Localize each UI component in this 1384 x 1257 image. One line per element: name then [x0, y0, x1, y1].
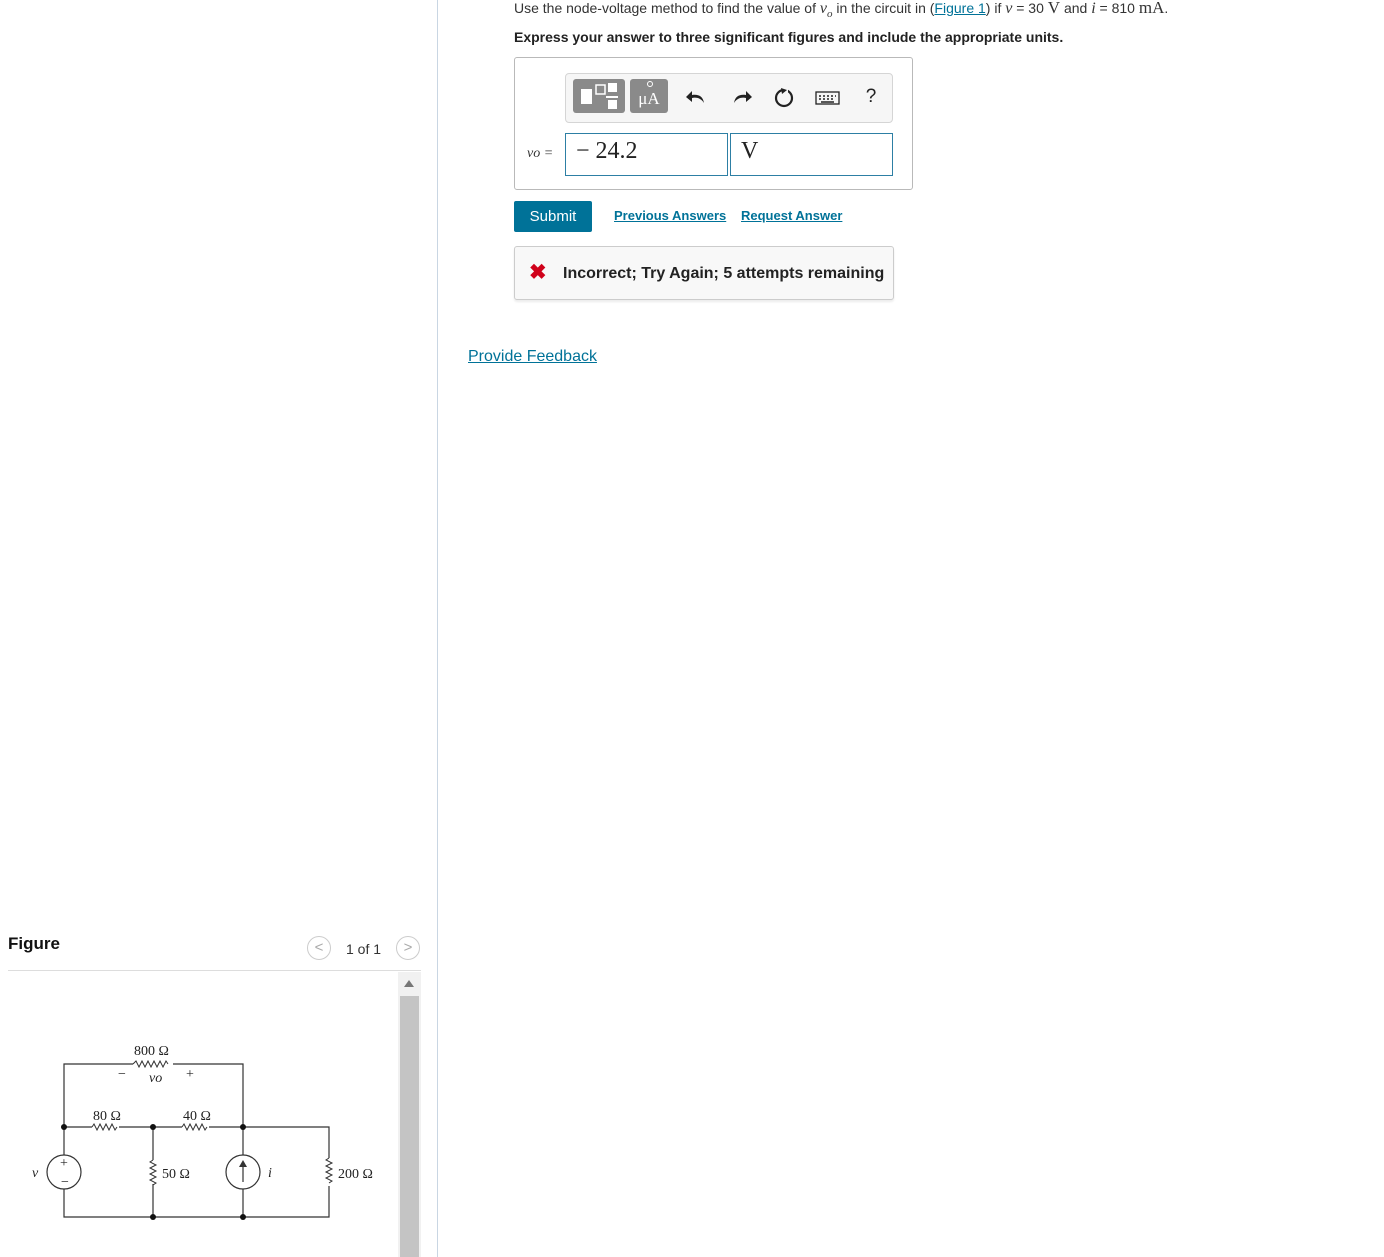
label-r800: 800 Ω [134, 1044, 169, 1059]
scroll-up-icon[interactable] [404, 980, 414, 987]
templates-button[interactable] [573, 79, 625, 113]
figure-title: Figure [8, 934, 60, 953]
label-r200: 200 Ω [338, 1167, 373, 1182]
source-plus: + [60, 1156, 68, 1171]
feedback-message: Incorrect; Try Again; 5 attempts remaini… [563, 265, 885, 282]
answer-value-field[interactable]: − 24.2 [565, 133, 728, 176]
problem-text: Use the node-voltage method to find the … [514, 0, 1169, 21]
provide-feedback-link[interactable]: Provide Feedback [468, 348, 597, 366]
label-r50: 50 Ω [162, 1167, 190, 1182]
submit-button[interactable]: Submit [514, 201, 592, 232]
keyboard-icon[interactable] [814, 84, 842, 110]
instruction-text: Express your answer to three significant… [514, 29, 1064, 45]
next-figure-button[interactable]: > [396, 936, 420, 960]
feedback-banner: ✖ Incorrect; Try Again; 5 attempts remai… [514, 246, 894, 300]
label-vo-plus: + [186, 1067, 194, 1082]
label-vo-minus: − [118, 1067, 126, 1082]
units-button[interactable]: μA [630, 79, 668, 113]
angstrom-ring-icon [647, 81, 653, 87]
label-vo: vo [149, 1071, 162, 1086]
label-r80: 80 Ω [93, 1109, 121, 1124]
answer-box: μA ? vo = − 24.2 V [514, 57, 913, 190]
chevron-right-icon: > [403, 939, 413, 956]
chevron-left-icon: < [314, 939, 324, 956]
figure-divider [8, 970, 421, 971]
label-r40: 40 Ω [183, 1109, 211, 1124]
answer-variable-label: vo = [527, 146, 554, 161]
error-icon: ✖ [529, 261, 547, 284]
panel-divider [437, 0, 438, 1257]
reset-icon[interactable] [771, 84, 797, 110]
previous-answers-link[interactable]: Previous Answers [614, 208, 726, 223]
answer-unit-field[interactable]: V [730, 133, 893, 176]
undo-icon[interactable] [684, 84, 710, 110]
var-vo: vo [819, 0, 833, 21]
figure-scrollbar[interactable] [398, 972, 421, 1257]
source-minus: − [61, 1175, 69, 1190]
previous-figure-button[interactable]: < [307, 936, 331, 960]
redo-icon[interactable] [728, 84, 754, 110]
request-answer-link[interactable]: Request Answer [741, 208, 842, 223]
figure-page-indicator: 1 of 1 [346, 941, 382, 957]
label-v: v [32, 1166, 39, 1181]
help-button[interactable]: ? [858, 84, 884, 110]
circuit-diagram: 800 Ω − vo + 80 Ω 40 Ω 50 Ω 200 Ω v + − … [32, 1044, 373, 1220]
scrollbar-thumb[interactable] [400, 996, 419, 1257]
figure-link[interactable]: Figure 1 [934, 0, 985, 16]
label-i: i [268, 1166, 272, 1181]
templates-icon [581, 83, 618, 109]
math-toolbar: μA ? [565, 73, 893, 123]
